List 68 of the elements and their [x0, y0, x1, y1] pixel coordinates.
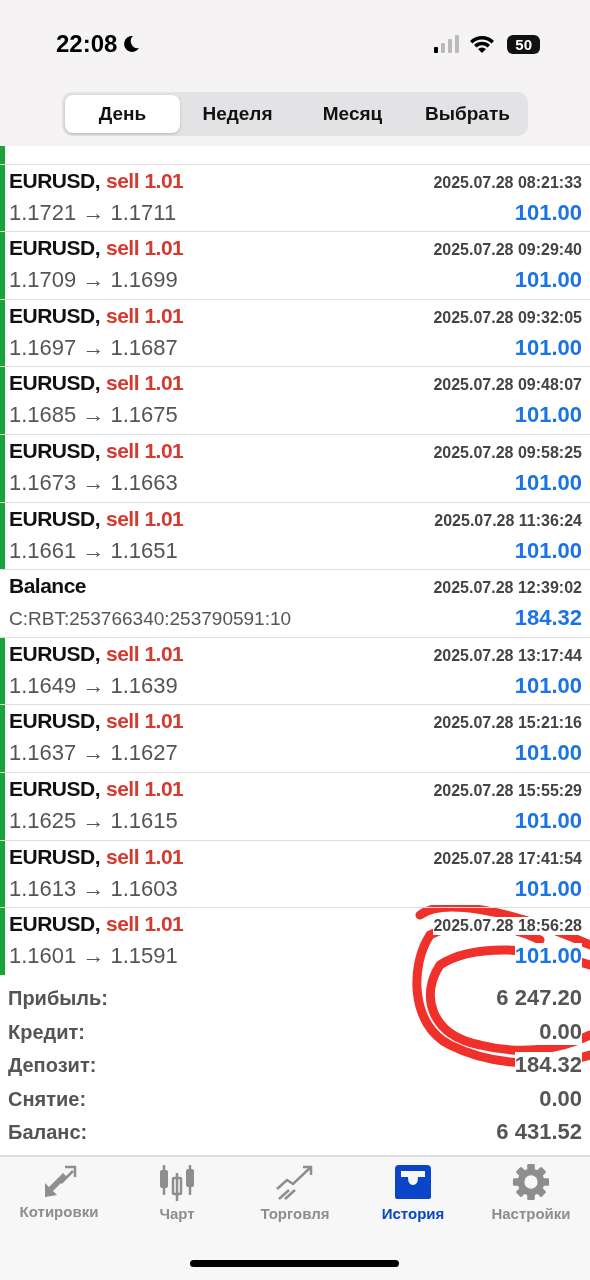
price-range: 1.1673 → 1.1663 — [9, 469, 179, 496]
settings-icon — [512, 1163, 550, 1201]
period-tab[interactable]: Месяц — [295, 95, 410, 133]
wifi-icon — [469, 34, 496, 54]
summary-label: Депозит: — [8, 1054, 97, 1077]
order-label: sell 1.01 — [106, 912, 184, 937]
symbol-label: EURUSD, — [9, 371, 100, 396]
summary-label: Баланс: — [8, 1121, 88, 1144]
history-row[interactable]: EURUSD, sell 1.01 2025.07.28 17:41:54 1.1613 → 1.1603 101.00 — [0, 840, 590, 909]
price-range: 1.1637 → 1.1627 — [9, 740, 179, 767]
history-row[interactable]: EURUSD, sell 1.01 2025.07.28 08:21:33 1.1721 → 1.1711 101.00 — [0, 164, 590, 233]
history-row[interactable]: EURUSD, sell 1.01 2025.07.28 09:29:40 1.1709 → 1.1699 101.00 — [0, 232, 590, 300]
summary-label: Снятие: — [8, 1087, 87, 1111]
nav-tab[interactable]: История — [354, 1163, 472, 1235]
profit-value: 101.00 — [514, 943, 582, 970]
symbol-label: EURUSD, — [9, 168, 100, 193]
inbox-icon — [393, 1163, 433, 1201]
price-range: 1.1685 → 1.1675 — [9, 402, 179, 429]
symbol-label: Balance — [9, 574, 87, 599]
symbol-label: EURUSD, — [9, 236, 100, 261]
symbol-label: EURUSD, — [9, 912, 100, 937]
period-tab[interactable]: Неделя — [180, 95, 295, 133]
history-row[interactable]: Balance 2025.07.28 12:39:02 C:RBT:253766340:253790591:10 184.32 — [0, 570, 590, 638]
price-range: 1.1601 → 1.1591 — [9, 943, 179, 970]
price-range: 1.1697 → 1.1687 — [9, 334, 179, 361]
order-label: sell 1.01 — [106, 776, 184, 801]
order-label: sell 1.01 — [106, 709, 184, 734]
order-label: sell 1.01 — [106, 371, 184, 396]
history-row[interactable]: EURUSD, sell 1.01 2025.07.28 15:21:16 1.1637 → 1.1627 101.00 — [0, 705, 590, 773]
order-label: sell 1.01 — [106, 236, 184, 261]
status-time: 22:08 — [56, 30, 118, 58]
order-label: sell 1.01 — [106, 303, 184, 328]
period-tab[interactable]: День — [65, 95, 180, 133]
history-row[interactable]: EURUSD, sell 1.01 2025.07.28 09:32:05 1.1697 → 1.1687 101.00 — [0, 299, 590, 368]
history-row[interactable]: EURUSD, sell 1.01 2025.07.28 09:58:25 1.1673 → 1.1663 101.00 — [0, 434, 590, 503]
order-label: sell 1.01 — [106, 506, 184, 531]
order-label: sell 1.01 — [106, 641, 184, 666]
timestamp: 2025.07.28 18:56:28 — [433, 917, 582, 936]
symbol-label: EURUSD, — [9, 641, 100, 666]
order-label: sell 1.01 — [106, 168, 184, 193]
price-range: 1.1661 → 1.1651 — [9, 537, 179, 564]
symbol-label: EURUSD, — [9, 506, 100, 531]
history-row[interactable]: EURUSD, sell 1.01 2025.07.28 09:48:07 1.1685 → 1.1675 101.00 — [0, 367, 590, 435]
order-label: sell 1.01 — [106, 844, 184, 869]
symbol-label: EURUSD, — [9, 844, 100, 869]
symbol-label: EURUSD, — [9, 303, 100, 328]
candlestick-icon — [157, 1163, 197, 1201]
summary-label: Кредит: — [8, 1020, 85, 1044]
comment-text: C:RBT:253766340:253790591:10 — [9, 608, 293, 631]
history-row[interactable]: EURUSD, sell 1.01 2025.07.28 15:55:29 1.1625 → 1.1615 101.00 — [0, 772, 590, 841]
price-range: 1.1613 → 1.1603 — [9, 875, 179, 902]
symbol-label: EURUSD, — [9, 709, 100, 734]
history-row[interactable]: EURUSD, sell 1.01 2025.07.28 11:36:24 1.1661 → 1.1651 101.00 — [0, 502, 590, 571]
signal-icon — [433, 34, 462, 54]
period-tab[interactable]: Выбрать — [410, 95, 525, 133]
price-range: 1.1649 → 1.1639 — [9, 672, 179, 699]
summary-label: Прибыль: — [8, 987, 108, 1010]
trend-icon — [275, 1163, 315, 1201]
price-range: 1.1709 → 1.1699 — [9, 267, 179, 294]
history-row[interactable]: EURUSD, sell 1.01 2025.07.28 13:17:44 1.1649 → 1.1639 101.00 — [0, 637, 590, 706]
price-range: 1.1721 → 1.1711 — [9, 199, 178, 226]
order-label: sell 1.01 — [106, 438, 184, 463]
price-range: 1.1625 → 1.1615 — [9, 807, 179, 834]
battery-icon: 50 — [507, 34, 540, 54]
moon-icon — [121, 34, 142, 54]
history-row[interactable]: EURUSD, sell 1.01 2025.07.28 18:56:28 1.1601 → 1.1591 101.00 — [0, 908, 590, 975]
symbol-label: EURUSD, — [9, 438, 100, 463]
symbol-label: EURUSD, — [9, 776, 100, 801]
